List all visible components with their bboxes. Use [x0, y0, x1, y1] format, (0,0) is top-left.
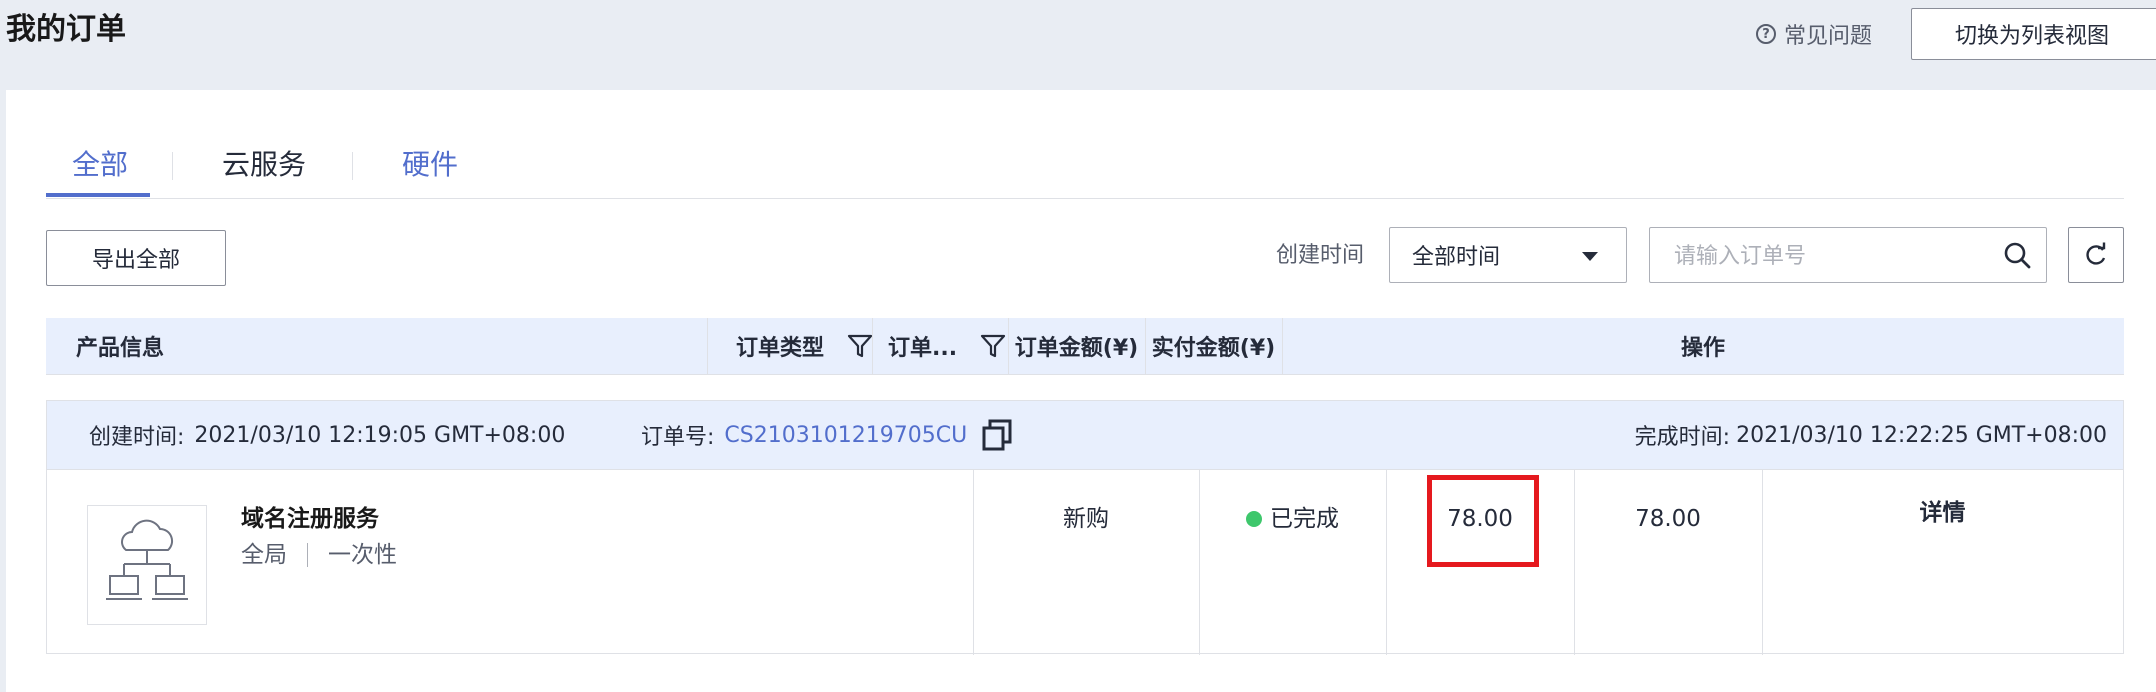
filter-icon[interactable] — [846, 332, 874, 360]
order-detail-link[interactable]: 详情 — [1762, 497, 2123, 529]
export-all-button[interactable]: 导出全部 — [46, 230, 226, 286]
table-header: 产品信息 订单类型 订单... 订单金额(¥) 实付金额(¥) 操作 — [46, 318, 2124, 375]
order-created-time: 创建时间: 2021/03/10 12:19:05 GMT+08:00 — [89, 401, 565, 469]
copy-icon[interactable] — [981, 418, 1013, 452]
tab-hardware[interactable]: 硬件 — [402, 145, 458, 185]
refresh-icon — [2086, 242, 2106, 265]
paid-amount-value: 78.00 — [1635, 506, 1701, 532]
order-status-value: 已完成 — [1270, 506, 1339, 532]
search-icon[interactable] — [2002, 240, 2032, 270]
order-number-label: 订单号: — [641, 425, 715, 450]
help-circle-icon: ? — [1756, 24, 1776, 44]
column-header-actions: 操作 — [1680, 336, 1725, 361]
tab-divider — [172, 152, 173, 180]
order-item: 创建时间: 2021/03/10 12:19:05 GMT+08:00 订单号:… — [46, 400, 2124, 655]
column-header-order-amount: 订单金额(¥) — [1014, 336, 1139, 361]
column-header-order-type: 订单类型 — [736, 318, 874, 374]
column-divider — [1199, 469, 1200, 655]
column-divider — [973, 469, 974, 655]
order-status: 已完成 — [1199, 503, 1386, 535]
column-header-product-info: 产品信息 — [76, 336, 165, 361]
caret-down-icon — [1582, 252, 1598, 261]
order-number: 订单号: CS2103101219705CU — [641, 401, 1013, 469]
completed-time-label: 完成时间: — [1634, 425, 1731, 450]
switch-to-list-view-button[interactable]: 切换为列表视图 — [1911, 8, 2156, 60]
completed-time-value: 2021/03/10 12:22:25 GMT+08:00 — [1736, 422, 2107, 448]
tab-all[interactable]: 全部 — [72, 145, 128, 185]
column-header-order-status-label: 订单... — [888, 336, 958, 361]
order-search-box — [1649, 227, 2047, 284]
cloud-server-icon — [106, 519, 188, 600]
product-thumbnail — [87, 505, 207, 625]
column-header-order-type-label: 订单类型 — [736, 336, 825, 361]
created-time-label: 创建时间 — [1276, 243, 1365, 268]
status-dot-icon — [1246, 511, 1262, 527]
order-type-value: 新购 — [1063, 506, 1109, 532]
refresh-button[interactable] — [2068, 227, 2124, 283]
created-time-label: 创建时间: — [89, 425, 185, 450]
tab-divider — [352, 152, 353, 180]
tabs-baseline — [46, 198, 2124, 199]
column-divider — [1574, 469, 1575, 655]
order-number-link[interactable]: CS2103101219705CU — [724, 423, 967, 448]
created-time-value: 2021/03/10 12:19:05 GMT+08:00 — [194, 422, 566, 448]
product-name: 域名注册服务 — [241, 506, 379, 532]
order-number-search-input[interactable] — [1650, 228, 1996, 284]
faq-label: 常见问题 — [1784, 24, 1873, 49]
page-title: 我的订单 — [6, 12, 126, 47]
order-completed-time: 完成时间: 2021/03/10 12:22:25 GMT+08:00 — [1635, 401, 2107, 469]
column-divider — [872, 318, 873, 374]
time-range-value: 全部时间 — [1412, 245, 1501, 270]
product-meta: 全局 一次性 — [241, 539, 397, 571]
active-tab-indicator — [46, 193, 150, 197]
time-range-select[interactable]: 全部时间 — [1389, 227, 1627, 283]
column-divider — [1386, 469, 1387, 655]
product-region: 全局 — [241, 542, 287, 568]
meta-divider — [307, 543, 308, 567]
amount-highlight-box — [1427, 475, 1539, 567]
order-item-header: 创建时间: 2021/03/10 12:19:05 GMT+08:00 订单号:… — [47, 401, 2123, 470]
filter-icon[interactable] — [979, 332, 1007, 360]
product-billing-mode: 一次性 — [328, 542, 397, 568]
column-header-order-status: 订单... — [888, 318, 1007, 374]
tab-cloud-service[interactable]: 云服务 — [222, 145, 306, 185]
faq-link[interactable]: ? 常见问题 — [1756, 14, 1872, 54]
column-divider — [707, 318, 708, 374]
column-header-paid-amount: 实付金额(¥) — [1151, 336, 1276, 361]
